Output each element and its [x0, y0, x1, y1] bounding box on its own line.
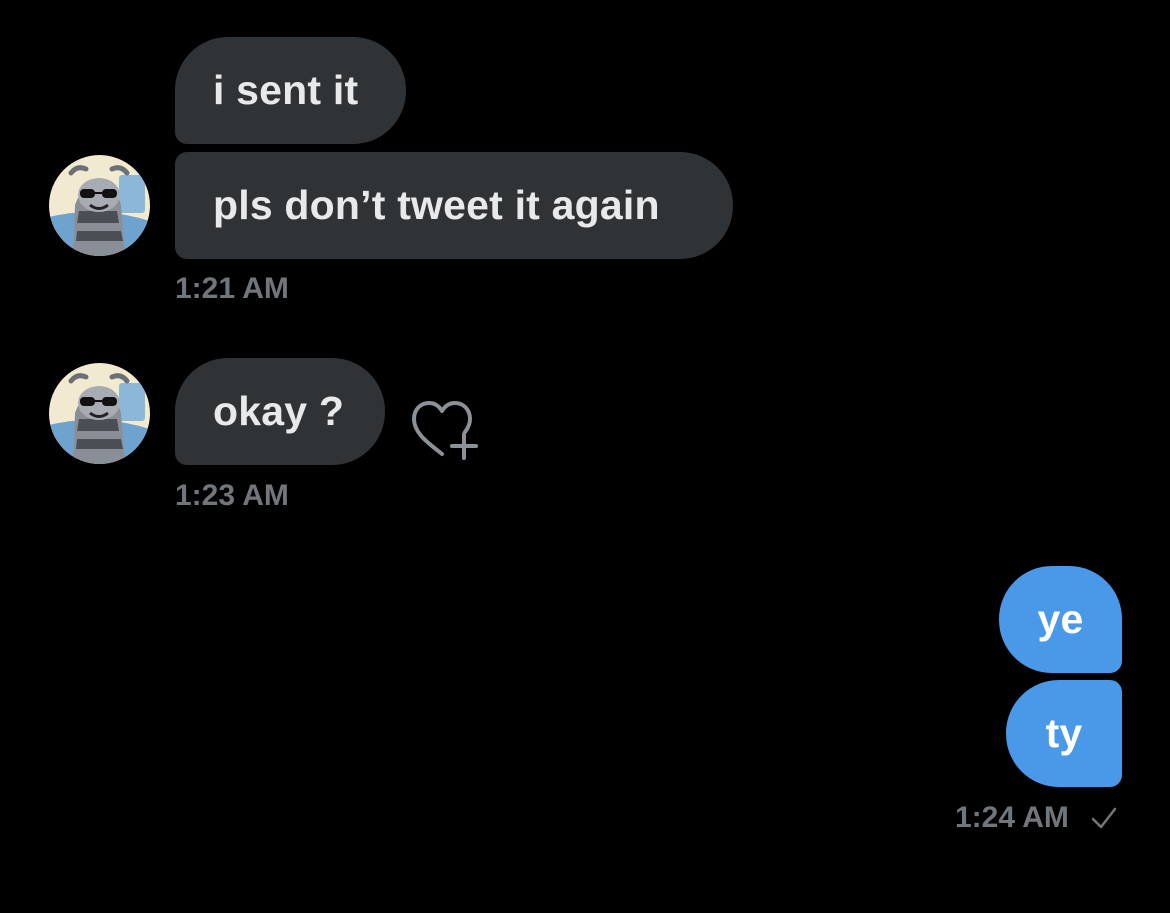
message-bubble-outgoing[interactable]: ty [1006, 680, 1122, 787]
message-text: ye [1037, 596, 1084, 642]
raccoon-avatar-icon[interactable] [49, 363, 150, 464]
message-timestamp: 1:24 AM [955, 801, 1069, 834]
raccoon-avatar-icon[interactable] [49, 155, 150, 256]
add-reaction-heart-icon[interactable] [408, 398, 484, 464]
message-bubble-incoming[interactable]: okay ? [175, 358, 385, 465]
message-timestamp: 1:21 AM [175, 272, 289, 305]
checkmark-icon-glyph [1091, 807, 1117, 829]
message-text: pls don’t tweet it again [213, 182, 660, 228]
avatar-image [49, 363, 150, 464]
message-timestamp: 1:23 AM [175, 479, 289, 512]
message-bubble-incoming[interactable]: pls don’t tweet it again [175, 152, 733, 259]
message-bubble-incoming[interactable]: i sent it [175, 37, 406, 144]
message-text: i sent it [213, 67, 359, 113]
add-reaction-heart-icon-glyph [412, 401, 478, 460]
message-bubble-outgoing[interactable]: ye [999, 566, 1122, 673]
message-text: okay ? [213, 388, 345, 434]
avatar-image [49, 155, 150, 256]
checkmark-icon [1090, 805, 1118, 831]
message-text: ty [1045, 710, 1083, 756]
